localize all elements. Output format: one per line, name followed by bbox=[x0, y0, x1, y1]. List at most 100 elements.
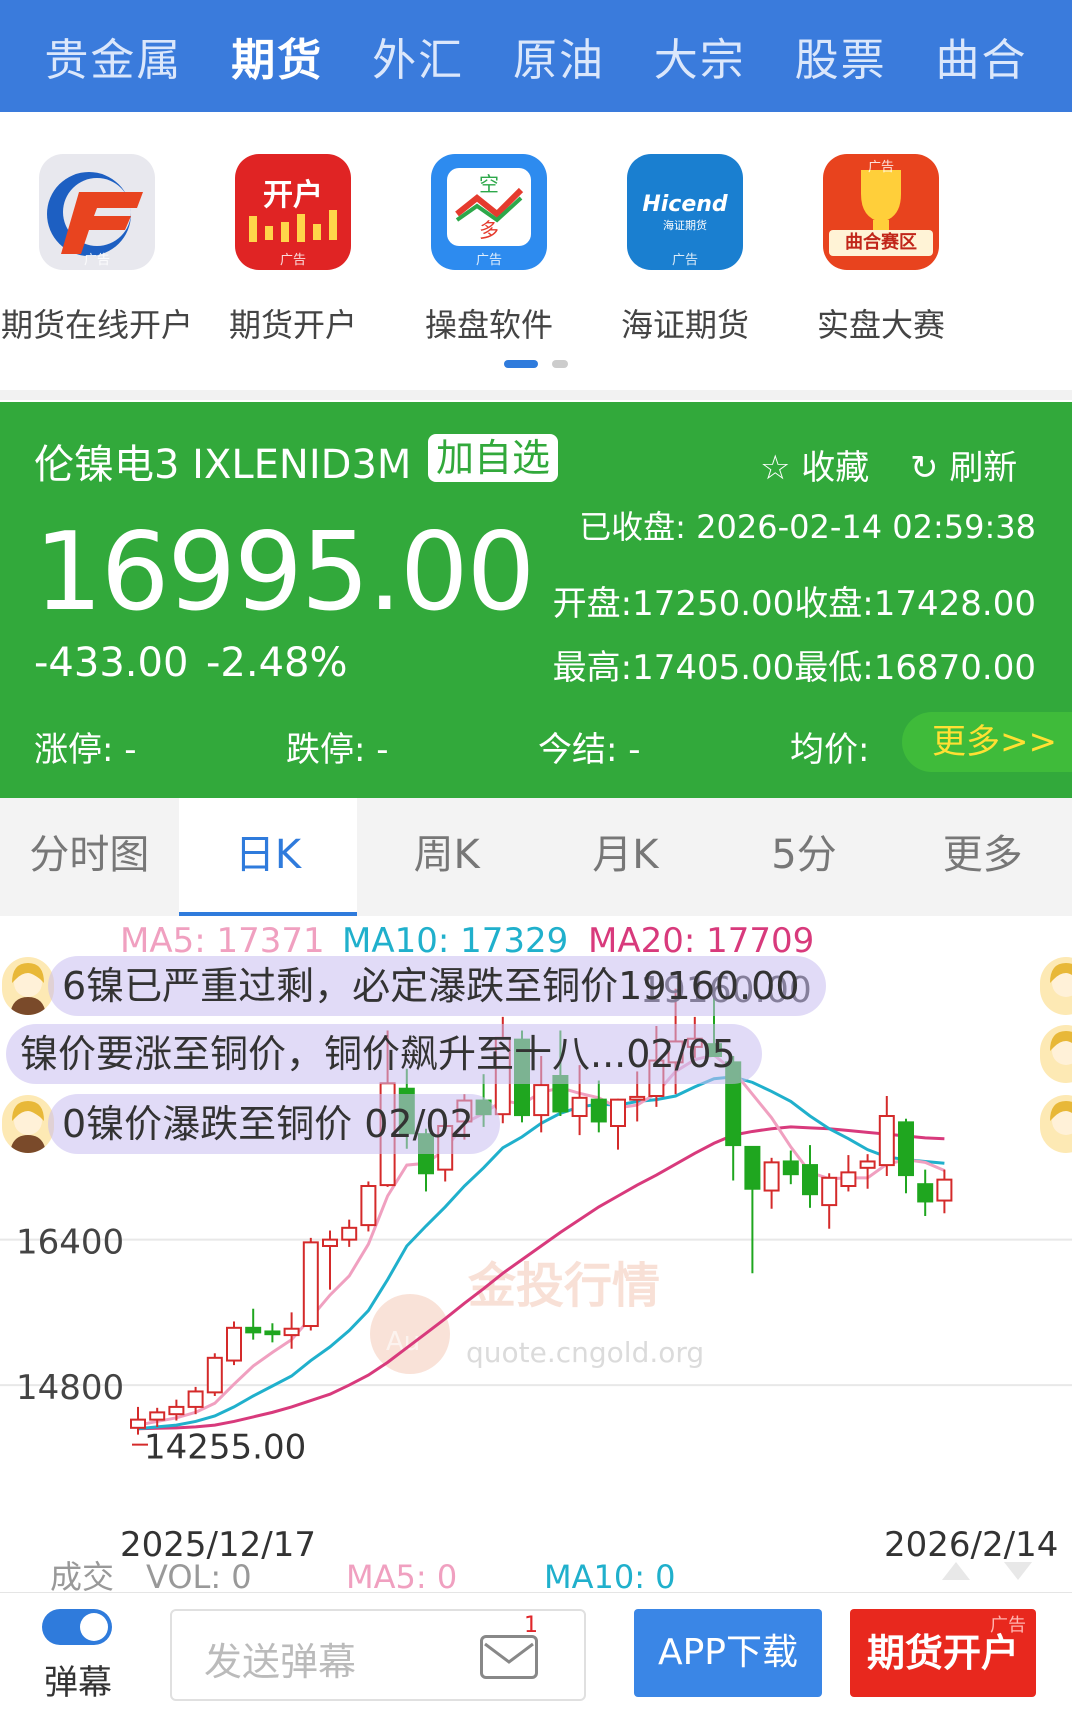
candle-body bbox=[898, 1121, 914, 1177]
ma10-label: MA10: 17329 bbox=[342, 921, 568, 961]
nav-item[interactable]: 原油 bbox=[513, 24, 605, 88]
candle-body bbox=[206, 1356, 223, 1394]
nav-item[interactable]: 贵金属 bbox=[44, 24, 182, 88]
y-tick-label: 14800 bbox=[16, 1368, 124, 1408]
candle-body bbox=[187, 1390, 204, 1408]
kline-chart[interactable]: 金投行情 quote.cngold.org Au 16400 14800 MA5: 173… bbox=[0, 916, 1072, 1592]
limit-down: 跌停: - bbox=[286, 730, 389, 770]
volume-ma5: MA5: 0 bbox=[346, 1558, 457, 1592]
ad-tag: 广告 bbox=[475, 253, 502, 268]
candle-body bbox=[859, 1160, 876, 1169]
carousel-dot[interactable] bbox=[552, 360, 568, 368]
ad-icon-text: 多 bbox=[479, 218, 499, 242]
tab-3[interactable]: 月K bbox=[536, 798, 715, 916]
user-avatar-icon[interactable] bbox=[2, 957, 54, 1015]
candle-body bbox=[130, 1418, 146, 1429]
ma20-label: MA20: 17709 bbox=[588, 921, 814, 961]
last-price: 16995.00 bbox=[34, 510, 535, 635]
ad-label: 实盘大赛 bbox=[816, 306, 945, 344]
tab-2[interactable]: 周K bbox=[357, 798, 536, 916]
ad-tag: 广告 bbox=[990, 1615, 1026, 1636]
ad-tag: 广告 bbox=[867, 160, 894, 175]
hicend-logo-icon: Hicend 海证期货广告 bbox=[627, 154, 743, 270]
high-low-values: 最高:17405.00最低:16870.00 bbox=[552, 648, 1036, 688]
ma5-label: MA5: 17371 bbox=[120, 921, 325, 961]
candle-body bbox=[571, 1096, 588, 1117]
tab-0[interactable]: 分时图 bbox=[0, 798, 179, 916]
average-price: 均价: bbox=[790, 730, 870, 770]
app-download-button[interactable]: APP下载 bbox=[634, 1609, 822, 1697]
message-icon[interactable] bbox=[480, 1635, 538, 1679]
candle-body bbox=[245, 1326, 262, 1334]
ad-icon-text: Hicend bbox=[642, 192, 728, 217]
ad-item[interactable]: 开户 广告 期货开户 bbox=[188, 154, 398, 346]
add-watchlist-button[interactable]: 加自选 bbox=[428, 434, 559, 482]
user-avatar-icon[interactable] bbox=[1040, 1095, 1072, 1153]
danmaku-message[interactable]: 6镍已严重过剩，必定瀑跌至铜价19160.00 bbox=[48, 956, 826, 1016]
ad-icon-subtext: 海证期货 bbox=[663, 219, 707, 232]
nav-item[interactable]: 曲合 bbox=[935, 24, 1027, 88]
candle-body bbox=[878, 1115, 895, 1167]
candle-body bbox=[802, 1164, 818, 1196]
refresh-button[interactable]: ↻ 刷新 bbox=[910, 440, 1017, 489]
ad-carousel: 广告 期货在线开户 开户 广告 期货开户空多广告 操盘软件 Hicend 海证期货 广告 海证期货… bbox=[0, 112, 1072, 400]
candle-body bbox=[936, 1178, 953, 1202]
chart-period-tabs: 分时图 日K 周K 月K 5分 更多 bbox=[0, 798, 1072, 916]
instrument-name: 伦镍电3 IXLENID3M bbox=[34, 442, 412, 488]
tab-4[interactable]: 5分 bbox=[715, 798, 894, 916]
category-nav: 贵金属 期货 外汇 原油 大宗 股票 曲合 bbox=[0, 0, 1072, 112]
ad-label: 期货在线开户 bbox=[0, 306, 193, 344]
favorite-button[interactable]: ☆ 收藏 bbox=[760, 440, 869, 489]
candle-body bbox=[302, 1241, 319, 1328]
danmaku-input[interactable]: 发送弹幕 1 bbox=[170, 1609, 586, 1701]
ad-item[interactable]: 曲合赛区 广告实盘大赛 bbox=[776, 154, 986, 346]
nav-item[interactable]: 股票 bbox=[795, 24, 887, 88]
carousel-dots bbox=[0, 360, 1072, 368]
nav-item[interactable]: 期货 bbox=[231, 24, 323, 88]
candle-body bbox=[168, 1405, 185, 1416]
tab-5[interactable]: 更多 bbox=[893, 798, 1072, 916]
danmaku-message[interactable]: 0镍价瀑跌至铜价 02/02 bbox=[48, 1094, 500, 1154]
x-end-label: 2026/2/14 bbox=[884, 1525, 1058, 1565]
candle-body bbox=[360, 1185, 377, 1227]
danmaku-toggle[interactable] bbox=[42, 1609, 112, 1645]
ad-label: 操盘软件 bbox=[424, 306, 553, 344]
danmaku-message[interactable]: 镍价要涨至铜价，铜价飙升至十八...02/05 bbox=[6, 1024, 762, 1084]
candle-body bbox=[840, 1171, 857, 1188]
scroll-down-icon bbox=[1004, 1562, 1032, 1580]
market-status: 已收盘: 2026-02-14 02:59:38 bbox=[579, 508, 1036, 546]
watermark-url: quote.cngold.org bbox=[466, 1336, 704, 1369]
watermark-brand: 金投行情 bbox=[467, 1258, 660, 1314]
ad-item[interactable]: Hicend 海证期货 广告 海证期货 bbox=[580, 154, 790, 346]
candle-body bbox=[149, 1411, 166, 1421]
ad-item[interactable]: 空多广告 操盘软件 bbox=[384, 154, 594, 346]
open-close-values: 开盘:17250.00收盘:17428.00 bbox=[552, 584, 1036, 624]
user-avatar-icon[interactable] bbox=[1040, 957, 1072, 1015]
volume-value: VOL: 0 bbox=[146, 1558, 252, 1592]
user-avatar-icon[interactable] bbox=[1040, 1025, 1072, 1083]
nav-item[interactable]: 外汇 bbox=[372, 24, 464, 88]
candle-body bbox=[610, 1098, 626, 1128]
candle-body bbox=[283, 1327, 300, 1337]
more-details-button[interactable]: 更多>> bbox=[902, 712, 1072, 772]
volume-ma10: MA10: 0 bbox=[544, 1558, 676, 1592]
candle-body bbox=[590, 1098, 607, 1123]
volume-label: 成交 bbox=[50, 1558, 114, 1592]
trophy-icon: 曲合赛区 广告 bbox=[823, 154, 939, 270]
ad-icon-text: 曲合赛区 bbox=[829, 230, 933, 256]
user-avatar-icon[interactable] bbox=[2, 1095, 54, 1153]
candle-body bbox=[264, 1330, 281, 1336]
candle-body bbox=[226, 1326, 242, 1362]
tab-1[interactable]: 日K bbox=[178, 798, 358, 916]
bottom-bar: 弹幕 发送弹幕 1 APP下载 期货开户 广告 bbox=[0, 1592, 1072, 1728]
star-icon: ☆ bbox=[760, 448, 791, 488]
price-change-percent: -2.48% bbox=[206, 640, 348, 686]
ad-tag: 广告 bbox=[671, 253, 698, 268]
ad-label: 海证期货 bbox=[620, 306, 749, 344]
nav-item[interactable]: 大宗 bbox=[654, 24, 746, 88]
ad-item[interactable]: 广告 期货在线开户 bbox=[0, 154, 202, 346]
carousel-dot[interactable] bbox=[504, 360, 538, 368]
min-price-label: 14255.00 bbox=[144, 1428, 306, 1468]
favorite-label: 收藏 bbox=[801, 448, 870, 488]
brand-f-logo-icon: 广告 bbox=[39, 154, 155, 270]
